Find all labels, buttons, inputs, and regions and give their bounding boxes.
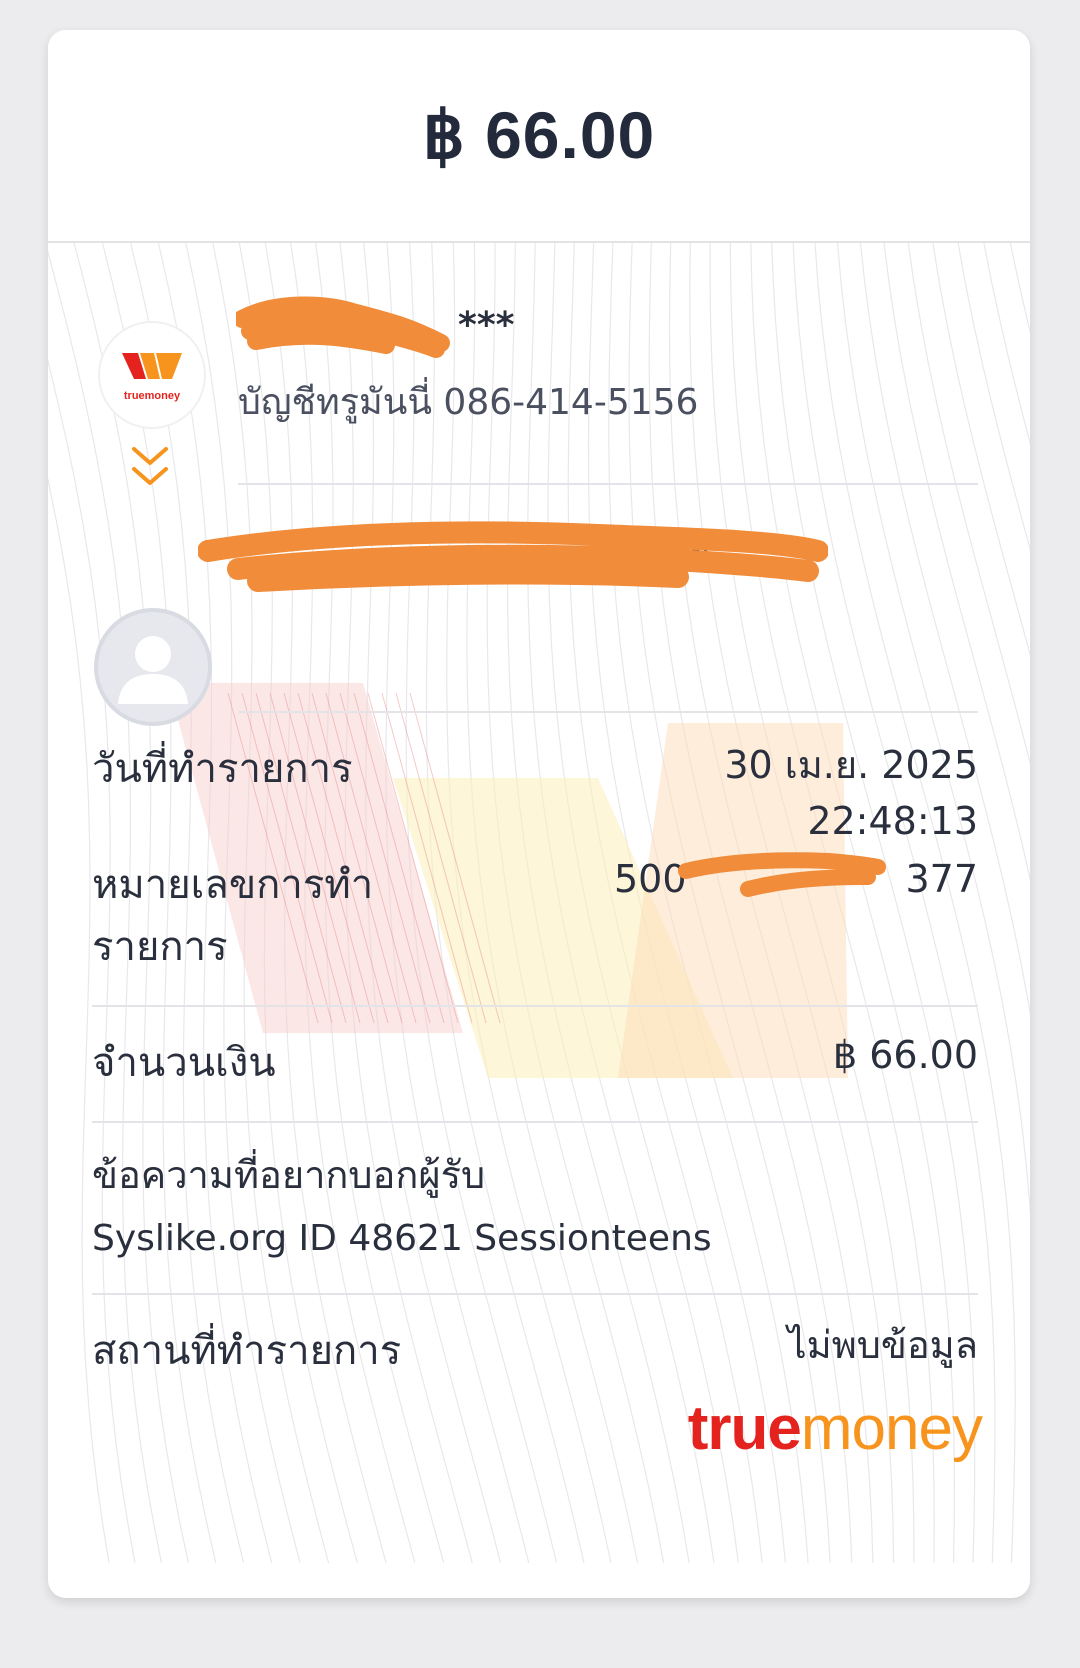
- slip-body: truemoney *** บัญชีทรูมันนี่ 086-414-515…: [48, 243, 1030, 1598]
- redaction-scribble-recipient: [198, 521, 828, 592]
- sender-account: บัญชีทรูมันนี่ 086-414-5156: [238, 382, 699, 423]
- brand-part-true: true: [687, 1394, 802, 1463]
- recipient-avatar: [94, 608, 212, 726]
- divider: [92, 1293, 978, 1295]
- location-value: ไม่พบข้อมูล: [787, 1323, 978, 1367]
- txn-label-line1: หมายเลขการทำ: [92, 862, 374, 908]
- date-value: 30 เม.ย. 2025: [724, 743, 978, 787]
- redaction-scribble: [236, 296, 450, 358]
- transaction-slip-card: ฿ 66.00 truemoney *** บัญชีทรูมันนี่ 086…: [48, 30, 1030, 1598]
- truemoney-logo: truemoney: [100, 323, 204, 427]
- truemoney-brand-logo: truemoney: [687, 1393, 983, 1464]
- amount-header: ฿ 66.00: [48, 30, 1030, 243]
- person-icon: [118, 636, 188, 704]
- message-value: Syslike.org ID 48621 Sessionteens: [92, 1218, 712, 1259]
- truemoney-w-icon: truemoney: [122, 353, 182, 402]
- txn-id-suffix: 377: [905, 857, 978, 901]
- divider: [92, 1005, 978, 1007]
- date-label: วันที่ทำรายการ: [92, 746, 353, 792]
- divider: [92, 1121, 978, 1123]
- sender-name: ***: [458, 305, 515, 346]
- txn-id-prefix: 500: [614, 857, 687, 901]
- txn-label-line2: รายการ: [92, 924, 228, 970]
- location-label: สถานที่ทำรายการ: [92, 1328, 402, 1374]
- brand-part-money: money: [800, 1394, 983, 1463]
- total-amount: ฿ 66.00: [422, 98, 656, 172]
- divider: [238, 711, 978, 713]
- amount-value: ฿ 66.00: [832, 1033, 978, 1077]
- amount-label: จำนวนเงิน: [92, 1040, 276, 1086]
- divider: [238, 483, 978, 485]
- message-label: ข้อความที่อยากบอกผู้รับ: [92, 1153, 486, 1197]
- chevron-down-icon: [132, 447, 168, 485]
- redaction-scribble-txn: [678, 852, 886, 897]
- svg-text:truemoney: truemoney: [124, 390, 181, 402]
